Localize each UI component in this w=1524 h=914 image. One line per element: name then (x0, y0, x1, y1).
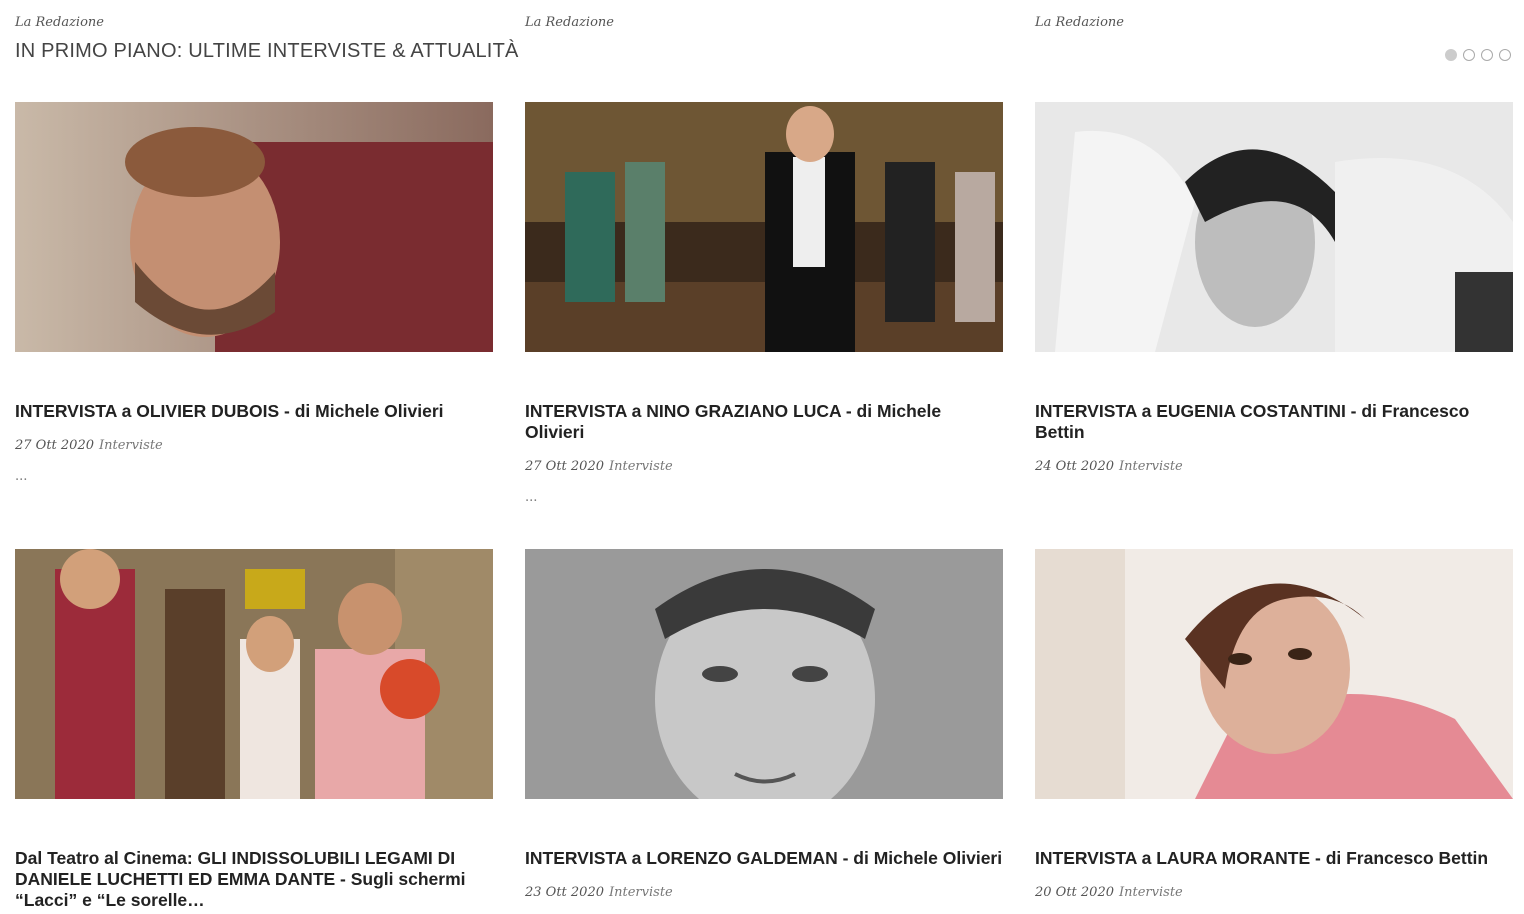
article-meta-luca: 27 Ott 2020 Interviste (525, 459, 673, 474)
carousel-dot-2[interactable] (1463, 49, 1475, 61)
article-image-galdeman[interactable] (525, 549, 1003, 799)
byline-3: La Redazione (1035, 15, 1124, 30)
article-meta-morante: 20 Ott 2020 Interviste (1035, 885, 1183, 900)
article-meta-dubois: 27 Ott 2020 Interviste (15, 438, 163, 453)
article-title-galdeman[interactable]: INTERVISTA a LORENZO GALDEMAN - di Miche… (525, 848, 1003, 869)
article-image-morante[interactable] (1035, 549, 1513, 799)
article-card-galdeman: INTERVISTA a LORENZO GALDEMAN - di Miche… (525, 549, 1003, 900)
article-date: 27 Ott 2020 (15, 438, 94, 453)
article-title-costantini[interactable]: INTERVISTA a EUGENIA COSTANTINI - di Fra… (1035, 401, 1513, 443)
article-date: 23 Ott 2020 (525, 885, 604, 900)
carousel-dot-1[interactable] (1445, 49, 1457, 61)
article-excerpt: ... (525, 490, 538, 505)
article-card-luca: INTERVISTA a NINO GRAZIANO LUCA - di Mic… (525, 102, 1003, 505)
article-excerpt: ... (15, 469, 28, 484)
byline-2: La Redazione (525, 15, 614, 30)
article-image-dubois[interactable] (15, 102, 493, 352)
article-date: 27 Ott 2020 (525, 459, 604, 474)
article-image-luchetti-dante[interactable] (15, 549, 493, 799)
article-meta-costantini: 24 Ott 2020 Interviste (1035, 459, 1183, 474)
article-title-luca[interactable]: INTERVISTA a NINO GRAZIANO LUCA - di Mic… (525, 401, 1003, 443)
article-meta-galdeman: 23 Ott 2020 Interviste (525, 885, 673, 900)
article-category-link[interactable]: Interviste (99, 438, 163, 453)
article-category-link[interactable]: Interviste (609, 885, 673, 900)
article-title-luchetti-dante[interactable]: Dal Teatro al Cinema: GLI INDISSOLUBILI … (15, 848, 493, 911)
carousel-dot-3[interactable] (1481, 49, 1493, 61)
article-title-dubois[interactable]: INTERVISTA a OLIVIER DUBOIS - di Michele… (15, 401, 493, 422)
article-card-costantini: INTERVISTA a EUGENIA COSTANTINI - di Fra… (1035, 102, 1513, 474)
article-card-luchetti-dante: Dal Teatro al Cinema: GLI INDISSOLUBILI … (15, 549, 493, 910)
article-date: 20 Ott 2020 (1035, 885, 1114, 900)
article-card-morante: INTERVISTA a LAURA MORANTE - di Francesc… (1035, 549, 1513, 900)
article-title-morante[interactable]: INTERVISTA a LAURA MORANTE - di Francesc… (1035, 848, 1513, 869)
carousel-pagination (1445, 49, 1511, 61)
article-image-luca[interactable] (525, 102, 1003, 352)
article-category-link[interactable]: Interviste (609, 459, 673, 474)
carousel-dot-4[interactable] (1499, 49, 1511, 61)
article-image-costantini[interactable] (1035, 102, 1513, 352)
article-card-dubois: INTERVISTA a OLIVIER DUBOIS - di Michele… (15, 102, 493, 484)
section-title: IN PRIMO PIANO: ULTIME INTERVISTE & ATTU… (15, 40, 519, 62)
byline-1: La Redazione (15, 15, 104, 30)
article-category-link[interactable]: Interviste (1119, 459, 1183, 474)
article-category-link[interactable]: Interviste (1119, 885, 1183, 900)
article-date: 24 Ott 2020 (1035, 459, 1114, 474)
